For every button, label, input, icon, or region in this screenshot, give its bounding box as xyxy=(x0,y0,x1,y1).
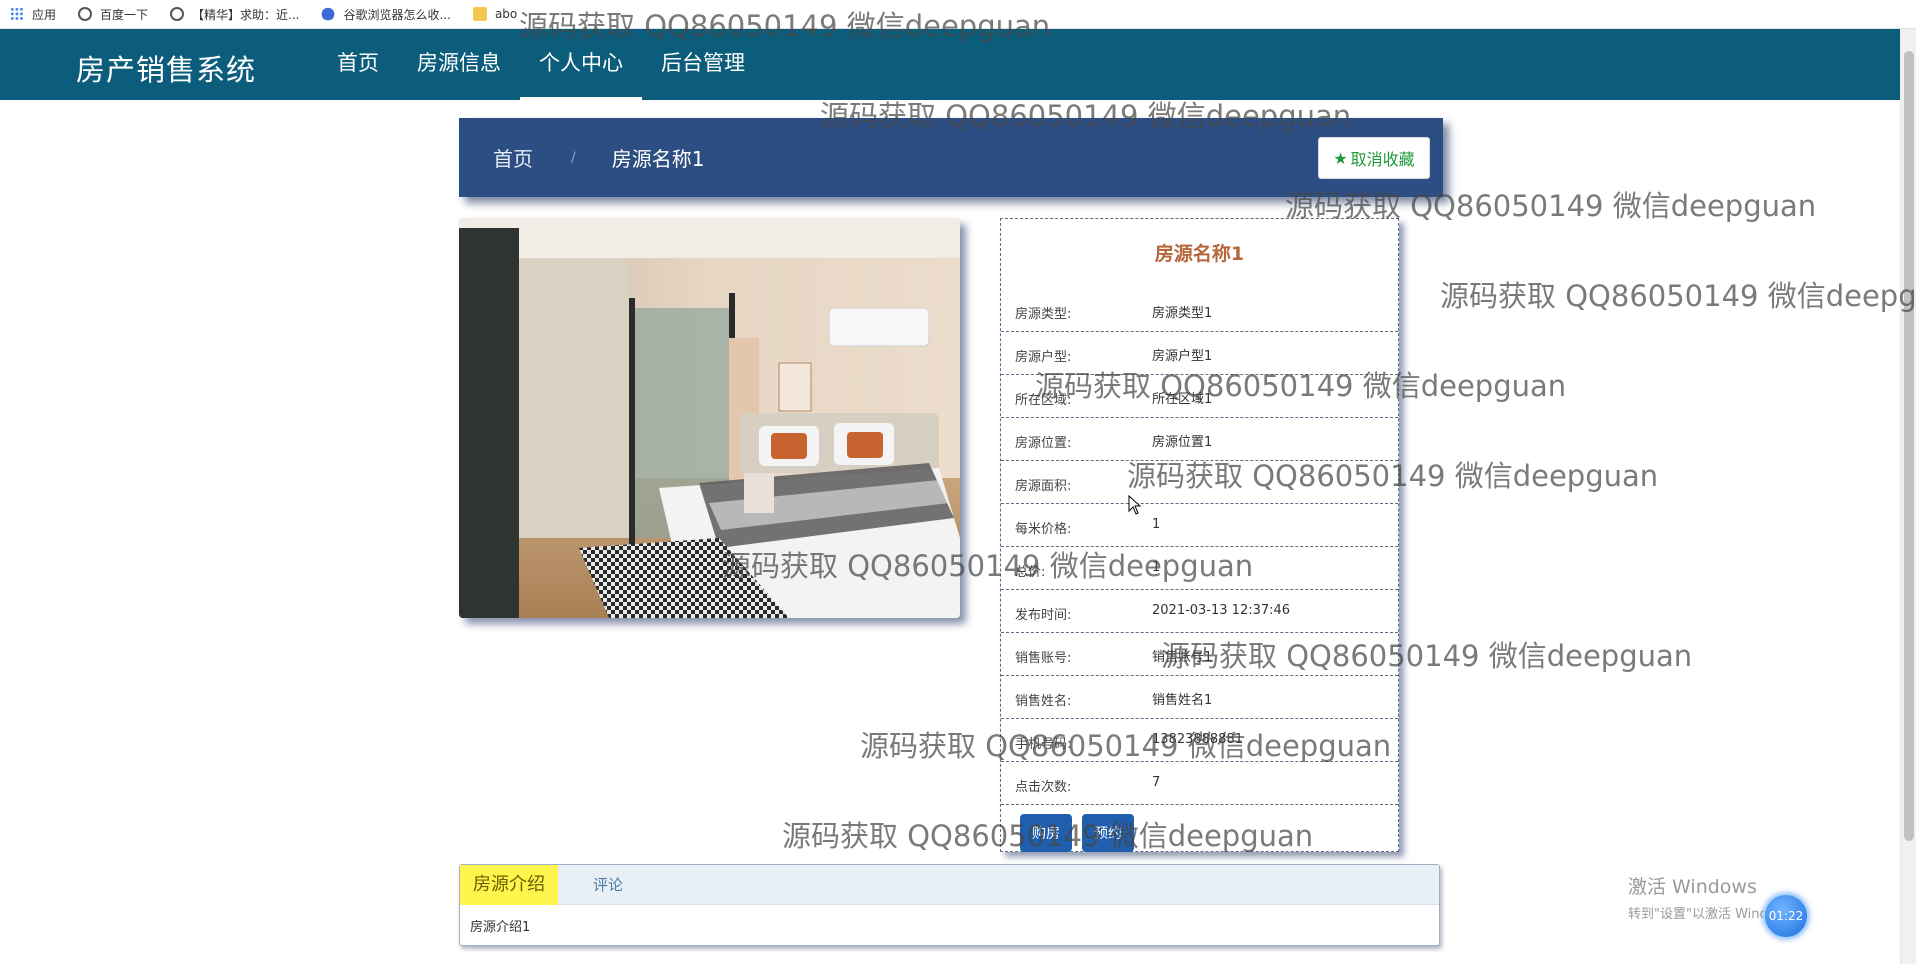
detail-row-area: 房源面积: xyxy=(1001,461,1398,504)
tab-strip: 房源介绍 评论 xyxy=(460,865,1439,905)
detail-value: 1 xyxy=(1152,560,1161,575)
detail-row-phone: 手机号码: 13823888881 xyxy=(1001,719,1398,762)
globe-icon xyxy=(78,7,93,21)
bookmark-label: 百度一下 xyxy=(100,7,149,22)
page: 应用 百度一下 【精华】求助：近... 谷歌浏览器怎么收... abo 房产销售… xyxy=(0,0,1916,964)
detail-value: 销售姓名1 xyxy=(1152,693,1213,708)
breadcrumb-home[interactable]: 首页 xyxy=(493,143,533,172)
detail-row-click-count: 点击次数: 7 xyxy=(1001,762,1398,805)
bookmark-chrome-howto[interactable]: 谷歌浏览器怎么收... xyxy=(321,6,451,23)
detail-actions: 购房 预约 xyxy=(1001,805,1398,855)
recording-timer-badge[interactable]: 01:22 xyxy=(1763,893,1809,939)
paw-icon xyxy=(322,7,335,21)
detail-label: 所在区域: xyxy=(1015,393,1072,408)
detail-row-sales-name: 销售姓名: 销售姓名1 xyxy=(1001,676,1398,719)
detail-label: 发布时间: xyxy=(1015,608,1072,623)
detail-row-sales-account: 销售账号: 销售账号1 xyxy=(1001,633,1398,676)
apps-grid-icon xyxy=(10,7,24,21)
detail-row-publish-time: 发布时间: 2021-03-13 12:37:46 xyxy=(1001,590,1398,633)
detail-value: 1 xyxy=(1152,517,1161,532)
listing-photo xyxy=(459,218,960,618)
star-icon: ★ xyxy=(1333,148,1348,168)
detail-value: 房源户型1 xyxy=(1152,349,1213,364)
detail-label: 房源位置: xyxy=(1015,436,1072,451)
detail-row-unit-price: 每米价格: 1 xyxy=(1001,504,1398,547)
tab-listing-intro[interactable]: 房源介绍 xyxy=(460,865,558,905)
bookmark-apps[interactable]: 应用 xyxy=(10,6,56,23)
scrollbar-thumb[interactable] xyxy=(1904,51,1914,841)
breadcrumb: 首页 / 房源名称1 ★ 取消收藏 xyxy=(459,118,1443,197)
detail-label: 点击次数: xyxy=(1015,780,1072,795)
bookmark-baidu[interactable]: 百度一下 xyxy=(78,6,148,23)
bookmark-label: abo xyxy=(494,7,518,21)
detail-row-layout: 房源户型: 房源户型1 xyxy=(1001,332,1398,375)
detail-label: 每米价格: xyxy=(1015,522,1072,537)
breadcrumb-separator: / xyxy=(571,149,576,166)
detail-label: 房源户型: xyxy=(1015,350,1072,365)
site-brand[interactable]: 房产销售系统 xyxy=(76,47,256,89)
nav-link-profile[interactable]: 个人中心 xyxy=(520,29,642,100)
top-navbar: 房产销售系统 首页 房源信息 个人中心 后台管理 xyxy=(0,29,1900,100)
detail-tabs: 房源介绍 评论 房源介绍1 xyxy=(459,864,1440,946)
bookmark-label: 应用 xyxy=(32,7,57,22)
unfavorite-button[interactable]: ★ 取消收藏 xyxy=(1318,137,1430,179)
appointment-button[interactable]: 预约 xyxy=(1082,814,1134,852)
breadcrumb-current: 房源名称1 xyxy=(611,147,705,171)
detail-row-total-price: 总价: 1 xyxy=(1001,547,1398,590)
detail-row-district: 所在区域: 所在区域1 xyxy=(1001,375,1398,418)
unfavorite-label: 取消收藏 xyxy=(1350,150,1415,169)
detail-row-location: 房源位置: 房源位置1 xyxy=(1001,418,1398,461)
page-scrollbar[interactable] xyxy=(1900,29,1916,964)
folder-icon xyxy=(472,7,487,21)
tab-comments[interactable]: 评论 xyxy=(580,865,636,905)
detail-label: 房源面积: xyxy=(1015,479,1072,494)
detail-value: 13823888881 xyxy=(1152,732,1243,747)
nav-link-home[interactable]: 首页 xyxy=(318,29,398,100)
tab-content: 房源介绍1 xyxy=(470,920,531,935)
detail-label: 手机号码: xyxy=(1015,737,1072,752)
detail-label: 销售姓名: xyxy=(1015,694,1072,709)
detail-value: 所在区域1 xyxy=(1152,392,1213,407)
nav-links: 首页 房源信息 个人中心 后台管理 xyxy=(318,29,764,100)
nav-link-listings[interactable]: 房源信息 xyxy=(398,29,520,100)
nav-link-admin[interactable]: 后台管理 xyxy=(642,29,764,100)
watermark-text: 源码获取 QQ86050149 微信deepguan xyxy=(1440,279,1916,313)
detail-value: 销售账号1 xyxy=(1152,650,1213,665)
detail-value: 7 xyxy=(1152,775,1161,790)
detail-row-type: 房源类型: 房源类型1 xyxy=(1001,289,1398,332)
mouse-cursor-icon xyxy=(1128,495,1142,515)
globe-icon xyxy=(170,7,185,21)
detail-label: 总价: xyxy=(1015,565,1046,580)
listing-title: 房源名称1 xyxy=(1154,243,1245,265)
purchase-button[interactable]: 购房 xyxy=(1020,814,1072,852)
detail-value: 房源类型1 xyxy=(1152,306,1213,321)
bookmark-label: 谷歌浏览器怎么收... xyxy=(343,7,451,22)
bookmarks-bar: 应用 百度一下 【精华】求助：近... 谷歌浏览器怎么收... abo xyxy=(0,0,1916,29)
detail-label: 销售账号: xyxy=(1015,651,1072,666)
bookmark-label: 【精华】求助：近... xyxy=(192,7,300,22)
detail-label: 房源类型: xyxy=(1015,307,1072,322)
bookmark-help-post[interactable]: 【精华】求助：近... xyxy=(170,6,299,23)
bookmark-folder-abo[interactable]: abo xyxy=(472,7,518,21)
detail-value: 房源位置1 xyxy=(1152,435,1213,450)
detail-value: 2021-03-13 12:37:46 xyxy=(1152,603,1291,618)
listing-detail-panel: 房源名称1 房源类型: 房源类型1 房源户型: 房源户型1 所在区域: 所在区域… xyxy=(1000,218,1399,852)
